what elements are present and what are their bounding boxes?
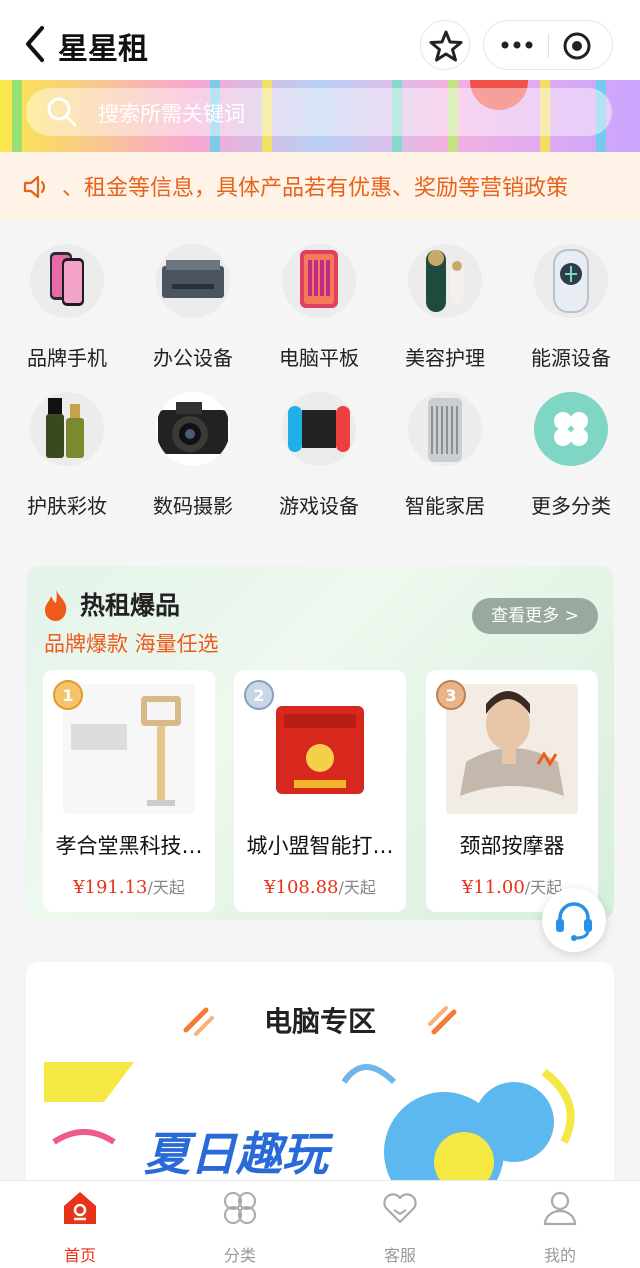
category-label: 护肤彩妆 (27, 494, 107, 518)
product-name: 城小盟智能打… (246, 834, 394, 858)
category-skincare[interactable]: 护肤彩妆 (17, 392, 117, 519)
customer-service-button[interactable] (542, 888, 606, 952)
product-price: ¥191.13/天起 (73, 877, 185, 898)
hot-section-subtitle: 品牌爆款 海量任选 (44, 632, 219, 656)
app-title: 星星租 (58, 32, 148, 67)
printer-icon (156, 244, 230, 318)
svg-text:夏日趣玩: 夏日趣玩 (144, 1127, 334, 1181)
product-card[interactable]: 1 孝合堂黑科技… ¥191.13/天起 (43, 670, 215, 912)
capsule-divider (548, 34, 549, 58)
mini-program-capsule (483, 20, 613, 70)
category-label: 能源设备 (531, 346, 611, 370)
search-icon (47, 97, 77, 127)
star-icon (429, 30, 463, 62)
smart-home-icon (408, 392, 482, 466)
category-label: 更多分类 (531, 494, 611, 518)
tab-label: 首页 (63, 1246, 96, 1265)
svg-text:3: 3 (445, 686, 456, 705)
category-more[interactable]: 更多分类 (521, 392, 621, 519)
heart-icon (383, 1193, 417, 1224)
clover-icon (224, 1192, 256, 1224)
tab-label: 分类 (223, 1246, 256, 1265)
fire-icon (45, 590, 67, 621)
category-beauty[interactable]: 美容护理 (395, 244, 495, 371)
product-card[interactable]: 3 颈部按摩器 ¥11.00/天起 (426, 670, 598, 912)
hot-section-title: 热租爆品 (80, 591, 181, 620)
favorite-button[interactable] (420, 20, 470, 70)
rank-2-medal-icon: 2 (244, 680, 274, 710)
tab-service[interactable]: 客服 (360, 1186, 440, 1265)
beauty-device-icon (408, 244, 482, 318)
category-label: 美容护理 (405, 346, 485, 370)
category-label: 办公设备 (153, 346, 233, 370)
tab-home[interactable]: 首页 (40, 1186, 120, 1265)
headset-icon (556, 902, 592, 941)
product-card[interactable]: 2 城小盟智能打… ¥108.88/天起 (234, 670, 406, 912)
category-computers[interactable]: 电脑平板 (269, 244, 369, 371)
category-smart-home[interactable]: 智能家居 (395, 392, 495, 519)
skincare-icon (30, 392, 104, 466)
category-phones[interactable]: 品牌手机 (17, 244, 117, 371)
tab-label: 我的 (543, 1246, 576, 1265)
category-label: 智能家居 (405, 494, 485, 518)
svg-text:1: 1 (62, 686, 73, 705)
home-icon (64, 1192, 96, 1224)
rank-1-medal-icon: 1 (53, 680, 83, 710)
rank-3-medal-icon: 3 (436, 680, 466, 710)
search-placeholder[interactable]: 搜索所需关键词 (98, 98, 245, 128)
tab-profile[interactable]: 我的 (520, 1186, 600, 1265)
title-decoration-right-icon (428, 1006, 457, 1035)
category-label: 数码摄影 (153, 494, 233, 518)
category-camera[interactable]: 数码摄影 (143, 392, 243, 519)
speaker-icon (23, 175, 46, 199)
summer-promo-banner[interactable]: 夏日趣玩 (44, 1062, 596, 1182)
category-energy[interactable]: 能源设备 (521, 244, 621, 371)
category-office[interactable]: 办公设备 (143, 244, 243, 371)
back-arrow-icon[interactable] (18, 22, 54, 66)
tablet-icon (282, 244, 356, 318)
notice-text: 、租金等信息，具体产品若有优惠、奖励等营销政策 (62, 176, 569, 201)
clover-icon (534, 392, 608, 466)
phone-icon (30, 244, 104, 318)
user-icon (543, 1191, 577, 1226)
product-name: 孝合堂黑科技… (55, 834, 203, 858)
category-label: 游戏设备 (279, 494, 359, 518)
category-label: 品牌手机 (27, 346, 107, 370)
product-price: ¥108.88/天起 (264, 877, 376, 898)
tab-categories[interactable]: 分类 (200, 1186, 280, 1265)
more-icon[interactable] (500, 38, 534, 52)
view-more-button[interactable]: 查看更多 > (472, 598, 598, 634)
computer-section-title: 电脑专区 (263, 1005, 376, 1038)
charger-icon (534, 244, 608, 318)
game-console-icon (282, 392, 356, 466)
category-label: 电脑平板 (279, 346, 359, 370)
tab-label: 客服 (383, 1246, 416, 1265)
svg-text:2: 2 (253, 686, 264, 705)
camera-icon (156, 392, 230, 466)
product-name: 颈部按摩器 (459, 834, 565, 858)
close-target-icon[interactable] (562, 31, 592, 61)
category-games[interactable]: 游戏设备 (269, 392, 369, 519)
